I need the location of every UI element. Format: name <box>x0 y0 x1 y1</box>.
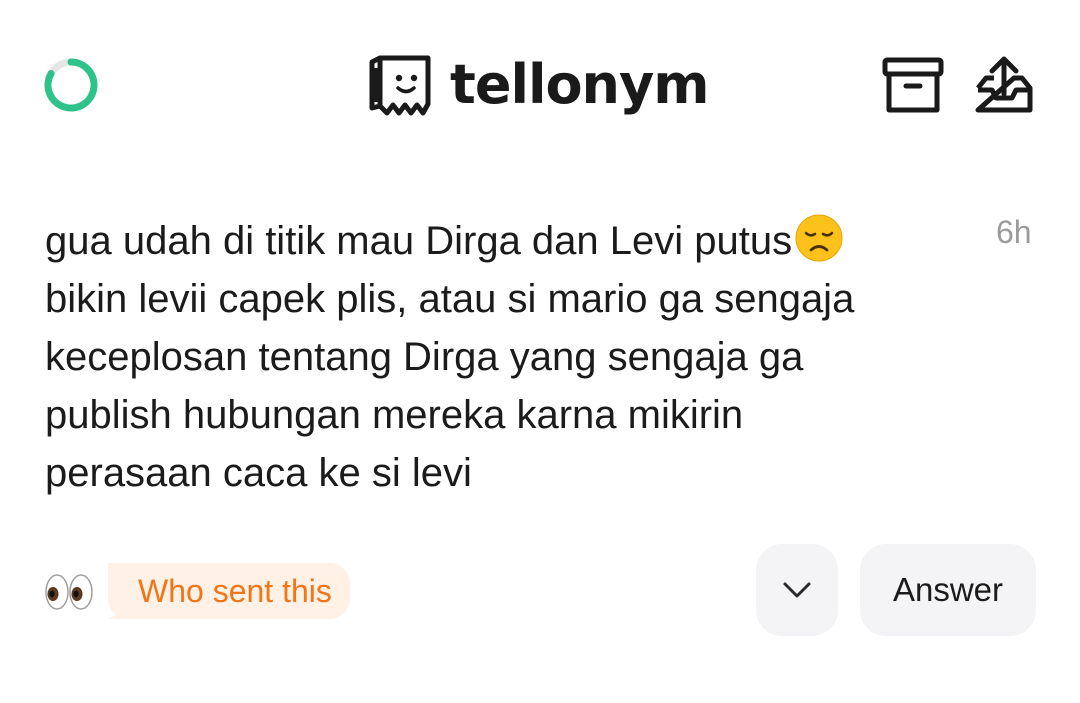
message-line-3: keceplosan tentang Dirga yang sengaja ga <box>45 335 804 379</box>
answer-button[interactable]: Answer <box>860 544 1036 636</box>
tell-screen: tellonym gua udah di titik mau Dirga dan… <box>0 0 1080 703</box>
eyes-emoji-icon <box>45 574 93 610</box>
who-sent-this-button[interactable]: Who sent this <box>108 563 350 619</box>
message-line-5: perasaan caca ke si levi <box>45 451 472 495</box>
archive-box-icon[interactable] <box>880 54 946 116</box>
loading-ring-icon <box>44 58 98 112</box>
tellonym-logo-icon <box>369 55 431 116</box>
chevron-down-icon <box>783 582 811 598</box>
message-line-2: bikin levii capek plis, atau si mario ga… <box>45 277 855 321</box>
disappointed-face-icon <box>795 214 843 262</box>
app-header: tellonym <box>0 0 1080 170</box>
share-export-icon[interactable] <box>974 54 1034 116</box>
tell-message: gua udah di titik mau Dirga dan Levi put… <box>45 212 955 502</box>
brand-name: tellonym <box>450 53 709 116</box>
tell-timestamp: 6h <box>996 214 1032 250</box>
message-line-1: gua udah di titik mau Dirga dan Levi put… <box>45 212 955 270</box>
bubble-tail <box>108 563 140 619</box>
brand: tellonym <box>366 50 709 120</box>
who-sent-this-label: Who sent this <box>138 572 332 609</box>
answer-label: Answer <box>892 571 1004 608</box>
message-line-4: publish hubungan mereka karna mikirin <box>45 393 744 437</box>
expand-button[interactable] <box>756 544 838 636</box>
